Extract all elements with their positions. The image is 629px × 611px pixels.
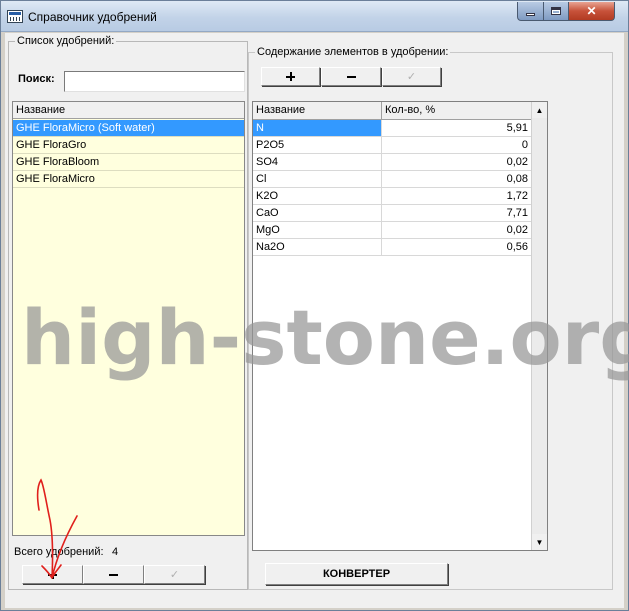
grid-cell-amount[interactable]: 0,56	[382, 239, 532, 256]
app-icon	[7, 10, 23, 23]
grid-cell-name[interactable]: N	[253, 120, 382, 137]
scroll-down-icon[interactable]: ▼	[532, 534, 547, 550]
window-title: Справочник удобрений	[28, 10, 157, 24]
grid-cell-name[interactable]: K2O	[253, 188, 382, 205]
fertilizer-list-item[interactable]: GHE FloraGro	[13, 137, 244, 154]
title-bar[interactable]: Справочник удобрений ✕	[1, 1, 628, 32]
grid-cell-amount[interactable]: 5,91	[382, 120, 532, 137]
fertilizer-list-item[interactable]: GHE FloraMicro (Soft water)	[13, 120, 244, 137]
search-input[interactable]	[64, 71, 245, 92]
grid-cell-amount[interactable]: 1,72	[382, 188, 532, 205]
fertilizer-list-item[interactable]: GHE FloraMicro	[13, 171, 244, 188]
grid-cell-name[interactable]: CaO	[253, 205, 382, 222]
grid-header-amount[interactable]: Кол-во, %	[382, 102, 532, 120]
grid-cell-name[interactable]: Na2O	[253, 239, 382, 256]
minimize-icon	[526, 12, 535, 16]
edit-element-button[interactable]: ✓	[382, 67, 441, 86]
maximize-button[interactable]	[543, 2, 569, 21]
fertilizer-list-group-title: Список удобрений:	[15, 35, 117, 47]
add-element-button[interactable]	[261, 67, 320, 86]
scroll-up-icon[interactable]: ▲	[532, 102, 547, 118]
grid-cell-amount[interactable]: 0,02	[382, 222, 532, 239]
minus-icon	[346, 75, 356, 78]
app-window: Справочник удобрений ✕ Список удобрений:…	[0, 0, 629, 611]
fertilizer-list-header[interactable]: Название	[13, 102, 244, 119]
maximize-icon	[551, 7, 561, 15]
grid-cell-name[interactable]: SO4	[253, 154, 382, 171]
grid-cell-amount[interactable]: 0,08	[382, 171, 532, 188]
minus-icon	[109, 573, 118, 576]
grid-cell-name[interactable]: P2O5	[253, 137, 382, 154]
element-content-group-title: Содержание элементов в удобрении:	[255, 46, 451, 58]
element-toolbar: ✓	[261, 65, 549, 89]
converter-button[interactable]: КОНВЕРТЕР	[265, 563, 448, 585]
delete-fertilizer-button[interactable]	[83, 565, 144, 584]
total-fertilizers-count: 4	[112, 546, 119, 558]
minimize-button[interactable]	[517, 2, 544, 21]
grid-cell-name[interactable]: Cl	[253, 171, 382, 188]
close-icon: ✕	[586, 4, 597, 18]
annotation-arrow	[36, 478, 78, 579]
grid-header-name[interactable]: Название	[253, 102, 382, 120]
search-label: Поиск:	[18, 73, 55, 85]
edit-fertilizer-button[interactable]: ✓	[144, 565, 205, 584]
watermark-text: high-stone.org	[21, 293, 629, 382]
delete-element-button[interactable]	[321, 67, 381, 86]
grid-cell-amount[interactable]: 7,71	[382, 205, 532, 222]
grid-cell-amount[interactable]: 0	[382, 137, 532, 154]
checkmark-icon: ✓	[406, 71, 417, 83]
checkmark-icon: ✓	[169, 569, 180, 581]
close-button[interactable]: ✕	[568, 2, 615, 21]
grid-cell-name[interactable]: MgO	[253, 222, 382, 239]
grid-cell-amount[interactable]: 0,02	[382, 154, 532, 171]
fertilizer-list-item[interactable]: GHE FloraBloom	[13, 154, 244, 171]
plus-icon	[286, 72, 295, 81]
